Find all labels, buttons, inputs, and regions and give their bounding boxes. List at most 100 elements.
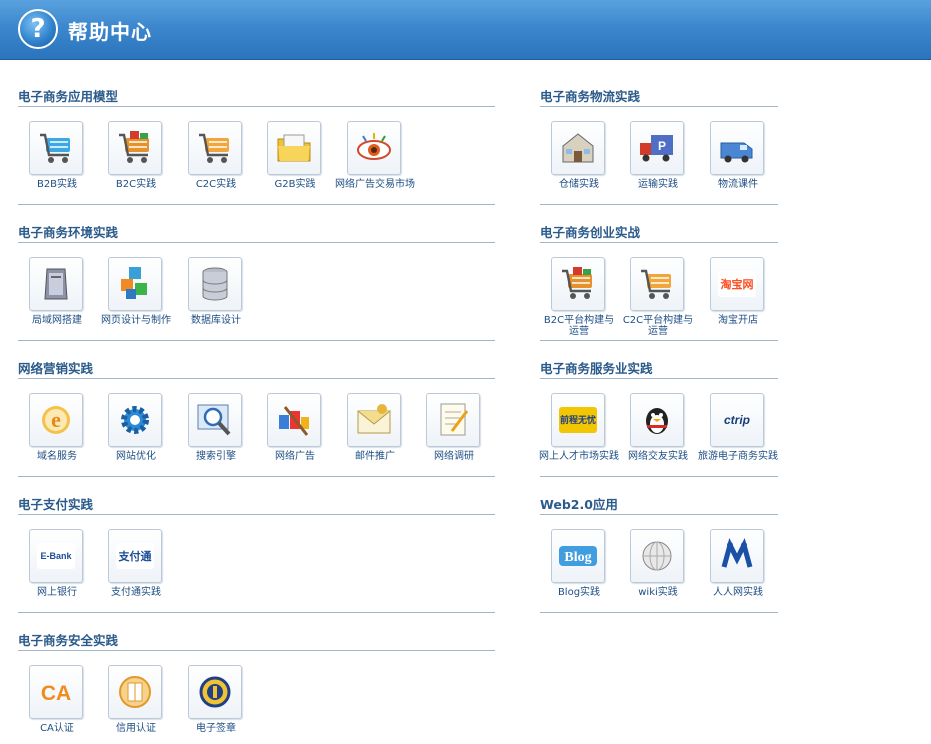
section-divider [540,242,778,243]
menu-item-label[interactable]: Blog实践 [539,587,619,598]
svg-text:前程无忧: 前程无忧 [560,414,596,425]
section-divider [540,204,778,205]
menu-item-label[interactable]: 网络交友实践 [618,451,698,462]
menu-item-label[interactable]: 网页设计与制作 [96,315,176,326]
renren-logo-icon[interactable] [710,529,764,583]
svg-text:e: e [51,407,61,432]
cart-orange-icon[interactable] [188,121,242,175]
ie-icon[interactable]: e [29,393,83,447]
eye-icon[interactable] [347,121,401,175]
notepad-icon[interactable] [426,393,480,447]
truck-icon[interactable]: P [630,121,684,175]
menu-item-label[interactable]: 物流课件 [698,179,778,190]
section-divider [540,340,778,341]
menu-item-label[interactable]: 局域网搭建 [17,315,97,326]
envelope-icon[interactable] [347,393,401,447]
section-divider [18,612,495,613]
section-divider [540,106,778,107]
database-icon[interactable] [188,257,242,311]
menu-item-label[interactable]: B2B实践 [17,179,97,190]
question-icon: ? [18,9,58,49]
section-divider [18,204,495,205]
warehouse-icon[interactable] [551,121,605,175]
menu-item-label[interactable]: 数据库设计 [176,315,256,326]
svg-text:CA: CA [41,682,71,705]
section-divider [18,650,495,651]
section-title: 电子商务环境实践 [18,225,119,240]
ctrip-logo-icon[interactable]: ctrip [710,393,764,447]
taobao-logo-icon[interactable]: 淘宝网 [710,257,764,311]
menu-item-label[interactable]: 网络广告 [255,451,335,462]
page-title: 帮助中心 [68,20,152,44]
menu-item-label[interactable]: 邮件推广 [335,451,415,462]
menu-item-label[interactable]: 仓储实践 [539,179,619,190]
menu-item-label[interactable]: 支付通实践 [96,587,176,598]
menu-item-label[interactable]: 运输实践 [618,179,698,190]
section-title: 电子商务物流实践 [540,89,641,104]
menu-item-label[interactable]: wiki实践 [618,587,698,598]
zhifutong-logo-icon[interactable]: 支付通 [108,529,162,583]
section-divider [18,378,495,379]
ebank-logo-icon[interactable]: E-Bank [29,529,83,583]
seal-icon[interactable] [188,665,242,719]
wiki-globe-icon[interactable] [630,529,684,583]
menu-item-label[interactable]: 搜索引擎 [176,451,256,462]
section-divider [540,612,778,613]
svg-text:Blog: Blog [564,550,591,565]
cart-gift-icon[interactable] [108,121,162,175]
svg-text:淘宝网: 淘宝网 [721,277,754,291]
blog-logo-icon[interactable]: Blog [551,529,605,583]
svg-text:E-Bank: E-Bank [40,551,72,561]
menu-item-label[interactable]: 信用认证 [96,723,176,734]
menu-item-label[interactable]: 网上人才市场实践 [539,451,619,462]
menu-item-label[interactable]: 网站优化 [96,451,176,462]
job-logo-icon[interactable]: 前程无忧 [551,393,605,447]
section-title: Web2.0应用 [540,497,618,512]
menu-item-label[interactable]: 人人网实践 [698,587,778,598]
van-icon[interactable] [710,121,764,175]
section-title: 电子商务应用模型 [18,89,119,104]
menu-item-label[interactable]: 旅游电子商务实践 [698,451,778,462]
menu-item-label[interactable]: 网络广告交易市场 [335,179,415,190]
header-bar: ? 帮助中心 [0,0,931,60]
gear-icon[interactable] [108,393,162,447]
menu-item-label[interactable]: 域名服务 [17,451,97,462]
menu-item-label[interactable]: C2C平台构建与运营 [618,315,698,337]
server-tower-icon[interactable] [29,257,83,311]
section-title: 电子商务服务业实践 [540,361,653,376]
section-title: 电子支付实践 [18,497,94,512]
qq-penguin-icon[interactable] [630,393,684,447]
section-title: 电子商务创业实战 [540,225,641,240]
blocks-icon[interactable] [108,257,162,311]
cart-orange-icon[interactable] [630,257,684,311]
menu-item-label[interactable]: 电子签章 [176,723,256,734]
menu-item-label[interactable]: CA认证 [17,723,97,734]
section-divider [18,476,495,477]
ca-logo-icon[interactable]: CA [29,665,83,719]
section-divider [18,514,495,515]
section-divider [540,476,778,477]
menu-item-label[interactable]: B2C实践 [96,179,176,190]
section-title: 网络营销实践 [18,361,94,376]
svg-text:支付通: 支付通 [118,549,152,563]
cart-gift-icon[interactable] [551,257,605,311]
svg-text:P: P [658,139,666,153]
section-divider [18,340,495,341]
folder-icon[interactable] [267,121,321,175]
menu-item-label[interactable]: B2C平台构建与运营 [539,315,619,337]
svg-text:ctrip: ctrip [724,413,750,427]
section-divider [18,106,495,107]
section-divider [18,242,495,243]
menu-item-label[interactable]: 淘宝开店 [698,315,778,326]
menu-item-label[interactable]: G2B实践 [255,179,335,190]
paint-icon[interactable] [267,393,321,447]
cart-blue-icon[interactable] [29,121,83,175]
menu-item-label[interactable]: 网络调研 [414,451,494,462]
magnifier-icon[interactable] [188,393,242,447]
section-title: 电子商务安全实践 [18,633,119,648]
menu-item-label[interactable]: 网上银行 [17,587,97,598]
menu-item-label[interactable]: C2C实践 [176,179,256,190]
credit-icon[interactable] [108,665,162,719]
section-divider [540,514,778,515]
section-divider [540,378,778,379]
